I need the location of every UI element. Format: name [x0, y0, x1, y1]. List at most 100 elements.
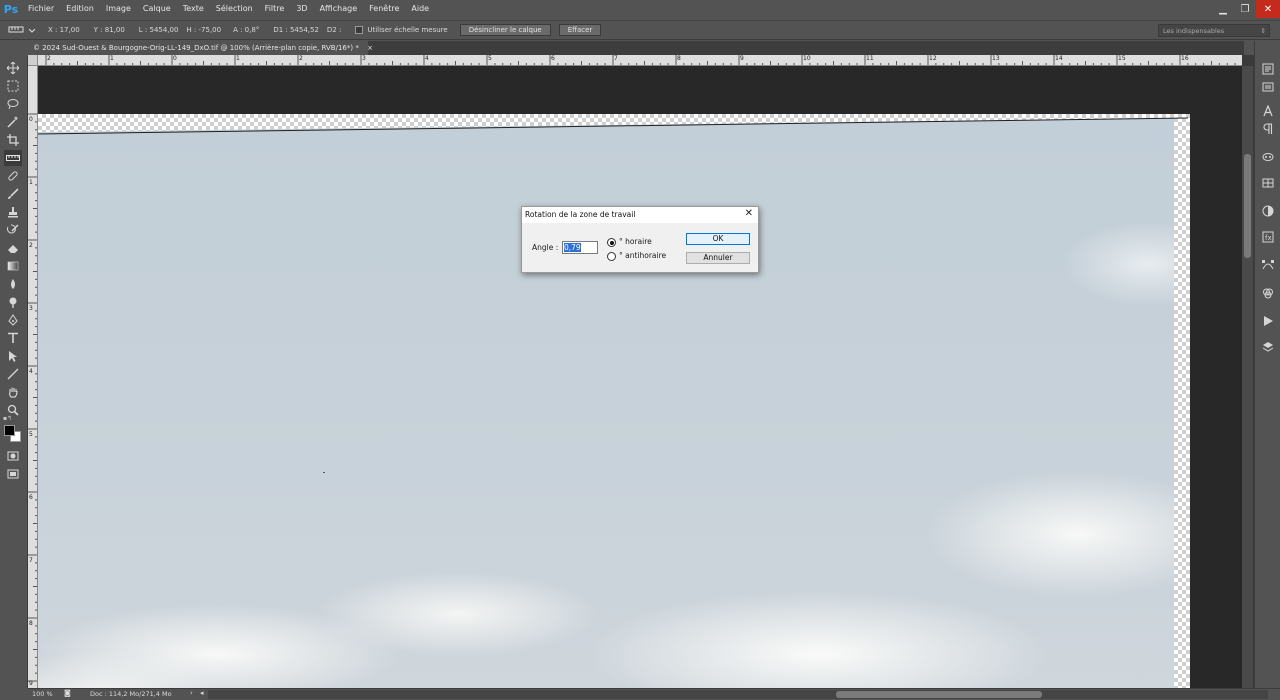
- default-colors-icon[interactable]: ▪↰: [3, 415, 12, 422]
- angle-input[interactable]: 0,79: [562, 241, 598, 254]
- ruler-label: 3: [362, 55, 366, 62]
- zoom-level[interactable]: 100 %: [32, 690, 53, 698]
- hand-tool-icon[interactable]: [4, 384, 22, 400]
- vertical-ruler[interactable]: 0 1 2 3 4 5 6 7 8 9: [28, 66, 38, 688]
- document-size[interactable]: Doc : 114,2 Mo/271,4 Mo: [90, 690, 172, 698]
- clear-button[interactable]: Effacer: [558, 24, 602, 36]
- paragraph-panel-icon[interactable]: [1260, 121, 1276, 137]
- foreground-color-swatch[interactable]: [4, 425, 15, 436]
- eraser-tool-icon[interactable]: [4, 240, 22, 256]
- brush-panel-icon[interactable]: [1260, 149, 1276, 165]
- height-readout: H : -75,00: [186, 26, 222, 34]
- blur-tool-icon[interactable]: [4, 276, 22, 292]
- use-scale-label: Utiliser échelle mesure: [367, 26, 448, 34]
- adjustments-panel-icon[interactable]: [1260, 79, 1276, 95]
- menu-texte[interactable]: Texte: [177, 0, 210, 18]
- horizontal-scrollbar[interactable]: [208, 690, 1268, 699]
- length-readout: L : 5454,00: [138, 26, 179, 34]
- menu-selection[interactable]: Sélection: [210, 0, 259, 18]
- minimize-icon[interactable]: ▁: [1212, 0, 1234, 18]
- ruler-label: 13: [992, 55, 1000, 62]
- ruler-label: 15: [1118, 55, 1126, 62]
- pen-tool-icon[interactable]: [4, 312, 22, 328]
- canvas-area[interactable]: [38, 66, 1242, 688]
- menu-image[interactable]: Image: [100, 0, 137, 18]
- menu-filtre[interactable]: Filtre: [259, 0, 291, 18]
- history-brush-tool-icon[interactable]: [4, 222, 22, 238]
- magic-wand-tool-icon[interactable]: [4, 114, 22, 130]
- close-icon[interactable]: ✕: [745, 208, 753, 219]
- ruler-label: 9: [29, 680, 33, 687]
- healing-brush-tool-icon[interactable]: [4, 168, 22, 184]
- ruler-label: 7: [29, 557, 33, 564]
- menu-fichier[interactable]: Fichier: [22, 0, 60, 18]
- menu-aide[interactable]: Aide: [405, 0, 435, 18]
- menu-affichage[interactable]: Affichage: [314, 0, 364, 18]
- horizontal-ruler[interactable]: 2 1 0 1 2 3 4 5 6 7 8 9 10 11 12 13 14 1…: [38, 55, 1242, 66]
- brush-tool-icon[interactable]: [4, 186, 22, 202]
- ruler-tool-icon[interactable]: [4, 150, 22, 166]
- options-bar: X : 17,00 Y : 81,00 L : 5454,00 H : -75,…: [0, 20, 1280, 40]
- screen-mode-icon[interactable]: [4, 466, 22, 482]
- menu-fenetre[interactable]: Fenêtre: [363, 0, 405, 18]
- ruler-origin[interactable]: [28, 55, 38, 66]
- move-tool-icon[interactable]: [4, 60, 22, 76]
- scrollbar-thumb[interactable]: [836, 691, 1042, 698]
- straighten-layer-button[interactable]: Désincliner le calque: [459, 24, 551, 36]
- counterclockwise-radio[interactable]: [607, 252, 616, 261]
- scroll-left-icon[interactable]: ◂: [200, 689, 204, 697]
- ruler-label: 1: [29, 179, 33, 186]
- svg-text:fx: fx: [1265, 234, 1272, 242]
- ruler-label: 0: [29, 116, 33, 123]
- ruler-label: 2: [29, 242, 33, 249]
- color-panel-icon[interactable]: [1260, 203, 1276, 219]
- history-panel-icon[interactable]: [1260, 61, 1276, 77]
- workspace-select[interactable]: Les indispensables ⇕: [1158, 24, 1270, 37]
- ruler-label: 10: [803, 55, 811, 62]
- gradient-tool-icon[interactable]: [4, 258, 22, 274]
- tools-panel: ▪↰: [0, 56, 28, 688]
- ruler-tool-preset[interactable]: [4, 22, 42, 38]
- marquee-tool-icon[interactable]: [4, 78, 22, 94]
- counterclockwise-label: ° antihoraire: [619, 251, 667, 260]
- clone-stamp-tool-icon[interactable]: [4, 204, 22, 220]
- menu-calque[interactable]: Calque: [137, 0, 177, 18]
- menu-edition[interactable]: Edition: [60, 0, 100, 18]
- tab-close-icon[interactable]: ×: [367, 44, 373, 52]
- document-tab[interactable]: © 2024 Sud-Ouest & Bourgogne-Orig-LL-149…: [28, 41, 373, 55]
- character-panel-icon[interactable]: [1260, 103, 1276, 119]
- ruler-label: 16: [1181, 55, 1189, 62]
- menu-3d[interactable]: 3D: [290, 0, 313, 18]
- paths-panel-icon[interactable]: [1260, 257, 1276, 273]
- path-selection-tool-icon[interactable]: [4, 348, 22, 364]
- d2-readout: D2 :: [326, 26, 342, 34]
- scrollbar-thumb[interactable]: [1244, 154, 1251, 258]
- ruler-label: 6: [29, 494, 33, 501]
- clockwise-label: ° horaire: [619, 237, 652, 246]
- cancel-button[interactable]: Annuler: [686, 252, 750, 264]
- layers-panel-icon[interactable]: [1260, 339, 1276, 355]
- clockwise-radio[interactable]: [607, 238, 616, 247]
- dialog-titlebar[interactable]: Rotation de la zone de travail ✕: [522, 207, 758, 223]
- line-tool-icon[interactable]: [4, 366, 22, 382]
- restore-icon[interactable]: ❐: [1234, 0, 1256, 18]
- use-scale-checkbox[interactable]: [355, 26, 364, 34]
- menu-bar: Ps Fichier Edition Image Calque Texte Sé…: [0, 0, 1280, 18]
- crop-tool-icon[interactable]: [4, 132, 22, 148]
- share-icon[interactable]: ◙: [64, 689, 71, 697]
- dodge-tool-icon[interactable]: [4, 294, 22, 310]
- styles-panel-icon[interactable]: fx: [1260, 229, 1276, 245]
- lasso-tool-icon[interactable]: [4, 96, 22, 112]
- document-tab-title: © 2024 Sud-Ouest & Bourgogne-Orig-LL-149…: [33, 44, 359, 52]
- chevron-right-icon[interactable]: ›: [190, 689, 193, 697]
- type-tool-icon[interactable]: [4, 330, 22, 346]
- close-icon[interactable]: ✕: [1256, 0, 1280, 18]
- channels-panel-icon[interactable]: [1260, 285, 1276, 301]
- quick-mask-icon[interactable]: [4, 448, 22, 464]
- ok-button[interactable]: OK: [686, 233, 750, 245]
- clone-source-panel-icon[interactable]: [1260, 175, 1276, 191]
- vertical-scrollbar[interactable]: [1242, 66, 1253, 688]
- d1-readout: D1 : 5454,52: [273, 26, 319, 34]
- ruler-label: 6: [551, 55, 555, 62]
- actions-panel-icon[interactable]: [1260, 313, 1276, 329]
